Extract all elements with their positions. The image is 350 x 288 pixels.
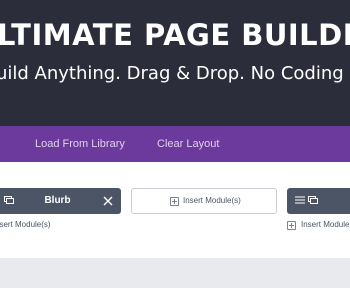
insert-module-label: nsert Module(s) — [0, 220, 51, 229]
hero-subtitle: uild Anything. Drag & Drop. No Coding Re… — [0, 63, 350, 84]
insert-module-label: Insert Module(s) — [301, 220, 350, 229]
builder-toolbar: Load From Library Clear Layout — [0, 126, 350, 162]
plus-icon — [170, 197, 179, 206]
load-from-library-button[interactable]: Load From Library — [35, 126, 125, 162]
handle-icon[interactable] — [308, 196, 318, 204]
plus-icon — [287, 221, 296, 230]
hero-title: LTIMATE PAGE BUILDER PL — [0, 18, 350, 52]
clear-layout-button[interactable]: Clear Layout — [157, 126, 219, 162]
blurb-module[interactable]: Blurb — [0, 188, 121, 214]
insert-module-button[interactable]: Insert Module(s) — [131, 188, 277, 214]
module-block[interactable] — [287, 188, 350, 214]
close-icon[interactable] — [103, 196, 113, 206]
builder-canvas: Blurb Insert Module(s) nsert Module(s) I… — [0, 162, 350, 258]
canvas-footer-strip — [0, 258, 350, 288]
hero-banner: LTIMATE PAGE BUILDER PL uild Anything. D… — [0, 0, 350, 126]
insert-module-label: Insert Module(s) — [183, 196, 241, 205]
menu-icon[interactable] — [295, 196, 305, 204]
